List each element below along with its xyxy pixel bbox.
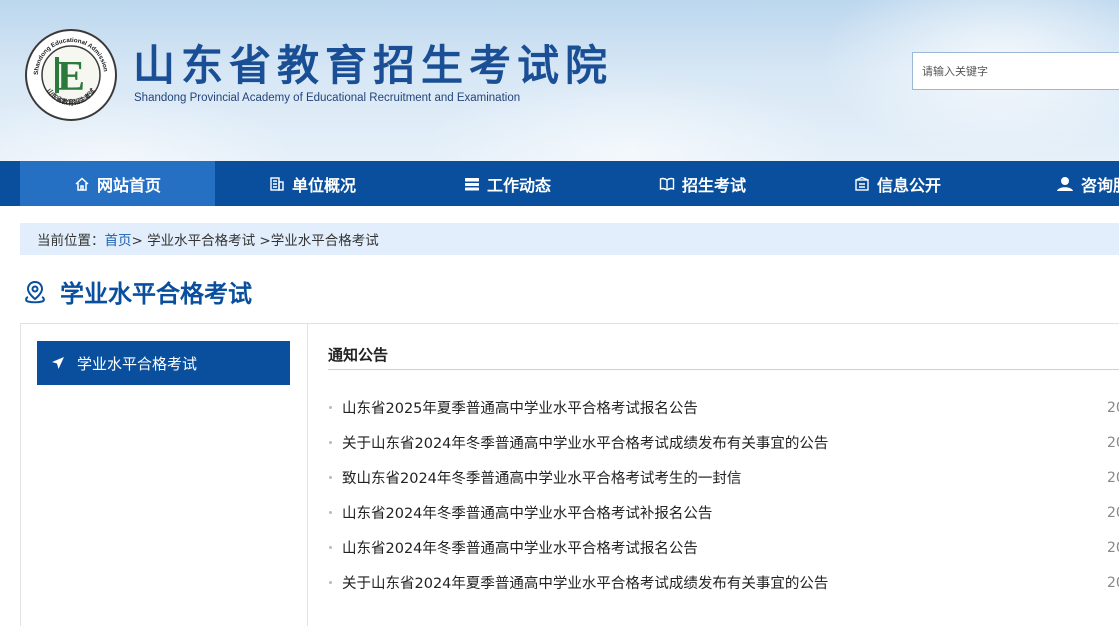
notice-link[interactable]: 山东省2024年冬季普通高中学业水平合格考试补报名公告 (342, 502, 712, 523)
notice-link[interactable]: 关于山东省2024年夏季普通高中学业水平合格考试成绩发布有关事宜的公告 (342, 572, 828, 593)
notice-date: 20 (1107, 469, 1119, 486)
notice-list: 山东省2025年夏季普通高中学业水平合格考试报名公告 20 关于山东省2024年… (328, 390, 1119, 600)
nav-item-disclosure[interactable]: 信息公开 (800, 161, 995, 206)
nav-label: 单位概况 (291, 175, 356, 195)
nav-item-service[interactable]: 咨询服 (995, 161, 1119, 206)
sidebar-item-label: 学业水平合格考试 (77, 354, 198, 373)
bullet-icon (329, 581, 332, 584)
notice-date: 20 (1107, 434, 1119, 451)
list-item[interactable]: 山东省2024年冬季普通高中学业水平合格考试补报名公告 20 (328, 495, 1119, 530)
home-icon (74, 176, 90, 192)
list-item[interactable]: 山东省2024年冬季普通高中学业水平合格考试报名公告 20 (328, 530, 1119, 565)
search-box (912, 52, 1119, 90)
breadcrumb-home-link[interactable]: 首页 (105, 229, 132, 249)
section-divider (328, 369, 1119, 370)
site-subtitle: Shandong Provincial Academy of Education… (134, 92, 521, 104)
nav-label: 工作动态 (486, 175, 551, 195)
notice-link[interactable]: 山东省2024年冬季普通高中学业水平合格考试报名公告 (342, 537, 698, 558)
search-input[interactable] (913, 53, 1119, 89)
info-folder-icon (854, 176, 870, 192)
breadcrumb-prefix: 当前位置： (37, 233, 105, 249)
bullet-icon (329, 511, 332, 514)
nav-label: 网站首页 (96, 175, 161, 195)
nav-label: 信息公开 (876, 175, 941, 195)
arrow-pointer-icon (51, 356, 65, 370)
notice-date: 20 (1107, 399, 1119, 416)
list-item[interactable]: 致山东省2024年冬季普通高中学业水平合格考试考生的一封信 20 (328, 460, 1119, 495)
sidebar-item-proficiency-exam[interactable]: 学业水平合格考试 (37, 341, 290, 385)
breadcrumb: 当前位置： 首页 > 学业水平合格考试 >学业水平合格考试 (20, 223, 1119, 255)
location-pin-icon (24, 280, 46, 304)
building-icon (269, 176, 285, 192)
nav-item-about[interactable]: 单位概况 (215, 161, 410, 206)
notice-date: 20 (1107, 504, 1119, 521)
nav-label: 招生考试 (681, 175, 746, 195)
nav-item-exam[interactable]: 招生考试 (605, 161, 800, 206)
news-icon (464, 176, 480, 192)
book-icon (659, 176, 675, 192)
list-item[interactable]: 关于山东省2024年冬季普通高中学业水平合格考试成绩发布有关事宜的公告 20 (328, 425, 1119, 460)
bullet-icon (329, 441, 332, 444)
notice-section: 通知公告 山东省2025年夏季普通高中学业水平合格考试报名公告 20 关于山东省… (312, 324, 1119, 626)
site-header: Shandong Educational Admission & Examina… (0, 0, 1119, 161)
nav-item-home[interactable]: 网站首页 (20, 161, 215, 206)
notice-link[interactable]: 山东省2025年夏季普通高中学业水平合格考试报名公告 (342, 397, 698, 418)
notice-date: 20 (1107, 574, 1119, 591)
logo-letter: E (57, 54, 85, 100)
section-title: 通知公告 (328, 346, 389, 364)
list-item[interactable]: 关于山东省2024年夏季普通高中学业水平合格考试成绩发布有关事宜的公告 20 (328, 565, 1119, 600)
user-service-icon (1056, 176, 1074, 192)
notice-link[interactable]: 关于山东省2024年冬季普通高中学业水平合格考试成绩发布有关事宜的公告 (342, 432, 828, 453)
notice-link[interactable]: 致山东省2024年冬季普通高中学业水平合格考试考生的一封信 (342, 467, 741, 488)
notice-date: 20 (1107, 539, 1119, 556)
sidebar: 学业水平合格考试 (20, 324, 308, 626)
main-nav: 网站首页 单位概况 工作动态 招生考试 信息公开 咨询 (0, 161, 1119, 206)
page-title: 学业水平合格考试 (60, 280, 252, 308)
page-heading: 学业水平合格考试 (24, 274, 252, 309)
bullet-icon (329, 476, 332, 479)
nav-label: 咨询服 (1080, 175, 1119, 195)
bullet-icon (329, 546, 332, 549)
bullet-icon (329, 406, 332, 409)
nav-item-news[interactable]: 工作动态 (410, 161, 605, 206)
list-item[interactable]: 山东省2025年夏季普通高中学业水平合格考试报名公告 20 (328, 390, 1119, 425)
site-title: 山东省教育招生考试院 (133, 41, 614, 90)
breadcrumb-trail: > 学业水平合格考试 >学业水平合格考试 (131, 233, 379, 249)
seal-logo-icon[interactable]: Shandong Educational Admission & Examina… (24, 28, 118, 122)
